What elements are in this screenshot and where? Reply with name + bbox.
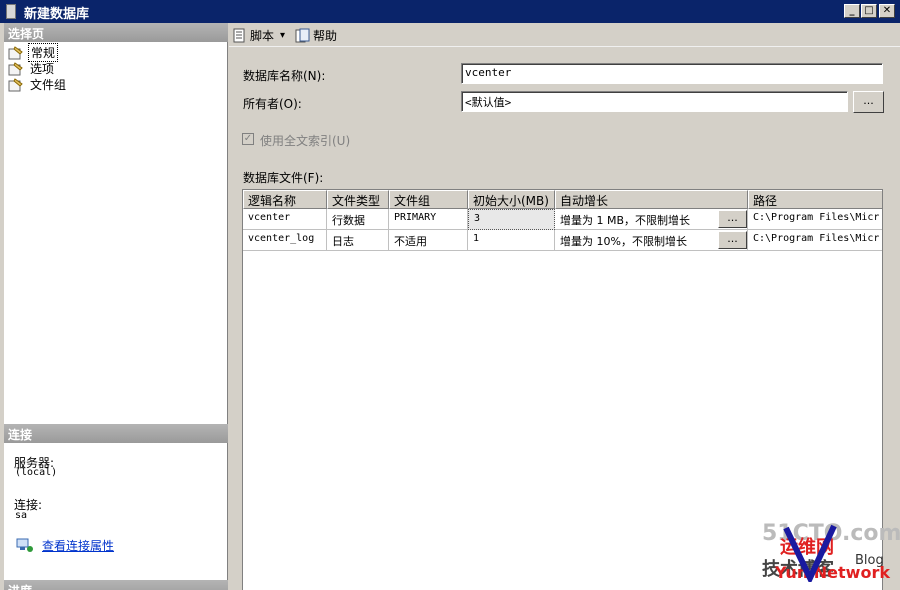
page-icon: [8, 77, 24, 92]
script-label: 脚本: [250, 28, 275, 43]
close-button[interactable]: ✕: [879, 4, 895, 18]
dropdown-arrow-icon[interactable]: ▾: [280, 30, 285, 41]
progress-header: 进度: [4, 580, 228, 590]
owner-input[interactable]: <默认值>: [461, 91, 848, 112]
help-icon: [295, 28, 310, 43]
maximize-button[interactable]: □: [861, 4, 877, 18]
db-files-label: 数据库文件(F):: [243, 171, 324, 185]
fulltext-checkbox[interactable]: ✓: [242, 133, 254, 145]
toolbar: 脚本 ▾ 帮助: [229, 23, 900, 47]
cell-initial-size[interactable]: 3: [468, 209, 555, 230]
db-name-input[interactable]: vcenter: [461, 63, 883, 84]
watermark-v-logo-icon: [783, 524, 837, 582]
page-item-label: 文件组: [30, 78, 67, 92]
col-header-filegroup[interactable]: 文件组: [389, 190, 468, 209]
help-label: 帮助: [313, 28, 338, 43]
page-item-label: 选项: [30, 62, 55, 76]
page-item-general[interactable]: 常规: [8, 43, 59, 62]
grid-header-row: 逻辑名称 文件类型 文件组 初始大小(MB) 自动增长 路径: [243, 190, 882, 211]
cell-filegroup[interactable]: 不适用: [389, 230, 468, 251]
script-icon: [232, 28, 247, 43]
cell-logical-name[interactable]: vcenter_log: [243, 230, 327, 251]
script-button[interactable]: 脚本 ▾: [232, 26, 285, 44]
cell-path[interactable]: C:\Program Files\Micr: [748, 209, 882, 230]
cell-initial-size[interactable]: 1: [468, 230, 555, 251]
connection-header: 连接: [4, 424, 228, 443]
table-row[interactable]: vcenter_log 日志 不适用 1 增量为 10%，不限制增长 ... C…: [243, 230, 882, 251]
fulltext-label: 使用全文索引(U): [260, 134, 351, 148]
title-bar: 新建数据库 _ □ ✕: [0, 0, 900, 23]
cell-file-type[interactable]: 行数据: [327, 209, 389, 230]
page-item-filegroups[interactable]: 文件组: [8, 76, 68, 93]
col-header-autogrowth[interactable]: 自动增长: [555, 190, 748, 209]
help-button[interactable]: 帮助: [295, 26, 337, 44]
left-pane: 选择页 常规 选项 文件组 连接 服务器: (local) 连接: sa 查看连…: [4, 23, 228, 590]
page-icon: [8, 45, 24, 60]
col-header-file-type[interactable]: 文件类型: [327, 190, 389, 209]
autogrowth-edit-button[interactable]: ...: [718, 210, 747, 228]
right-pane: 脚本 ▾ 帮助 数据库名称(N): vcenter 所有者(O): <默认值> …: [229, 23, 900, 590]
window-title: 新建数据库: [24, 7, 90, 22]
server-value: (local): [15, 467, 58, 478]
table-row[interactable]: vcenter 行数据 PRIMARY 3 增量为 1 MB，不限制增长 ...…: [243, 209, 882, 230]
view-connection-properties-link[interactable]: 查看连接属性: [42, 537, 114, 554]
owner-label: 所有者(O):: [243, 97, 302, 111]
cell-path[interactable]: C:\Program Files\Micr: [748, 230, 882, 251]
select-page-header: 选择页: [4, 23, 228, 42]
cell-file-type[interactable]: 日志: [327, 230, 389, 251]
owner-browse-button[interactable]: ...: [853, 91, 884, 113]
minimize-button[interactable]: _: [844, 4, 860, 18]
connection-properties-icon: [16, 537, 34, 556]
page-icon: [8, 61, 24, 76]
db-name-label: 数据库名称(N):: [243, 69, 326, 83]
autogrowth-edit-button[interactable]: ...: [718, 231, 747, 249]
col-header-path[interactable]: 路径: [748, 190, 882, 209]
col-header-initial-size[interactable]: 初始大小(MB): [468, 190, 555, 209]
cell-filegroup[interactable]: PRIMARY: [389, 209, 468, 230]
database-icon: [6, 4, 16, 19]
connection-value: sa: [15, 510, 28, 521]
col-header-logical-name[interactable]: 逻辑名称: [243, 190, 327, 209]
page-item-options[interactable]: 选项: [8, 60, 56, 77]
cell-logical-name[interactable]: vcenter: [243, 209, 327, 230]
